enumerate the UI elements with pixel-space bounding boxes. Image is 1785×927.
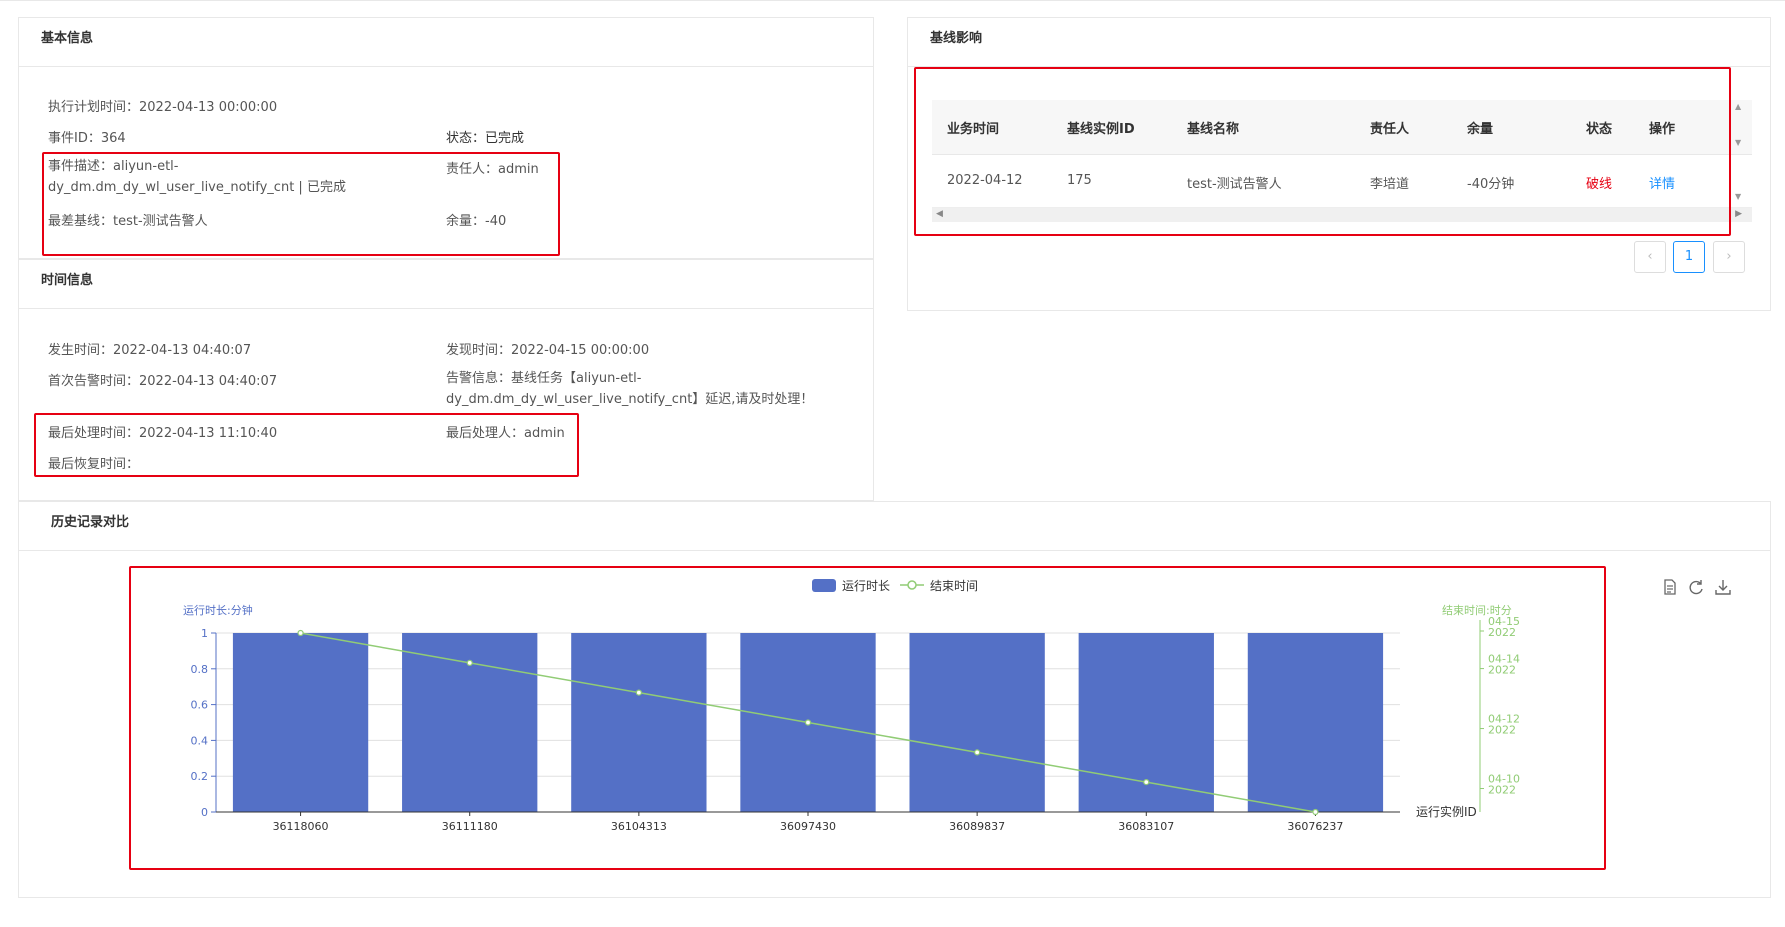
y-tick-label: 0.2 [191, 770, 209, 783]
x-axis-title: 运行实例ID [1416, 804, 1477, 819]
x-tick-label: 36104313 [611, 820, 667, 833]
end-time-point [297, 629, 304, 637]
legend-bar-label: 运行时长 [842, 579, 890, 593]
y-tick-label: 0.6 [191, 699, 209, 712]
end-time-point [1143, 779, 1150, 786]
y-tick-label: 0.8 [191, 663, 209, 676]
legend-line-label: 结束时间 [930, 579, 978, 593]
y-axis-title: 运行时长:分钟 [183, 603, 253, 617]
x-tick-label: 36111180 [442, 820, 498, 833]
end-time-point [466, 659, 473, 666]
right-tick-label: 2022 [1488, 724, 1516, 737]
bar [909, 633, 1045, 812]
bar [232, 633, 369, 812]
end-time-point [974, 749, 981, 756]
right-tick-label: 2022 [1488, 626, 1516, 639]
bar [571, 633, 707, 812]
y-tick-label: 0.4 [191, 734, 209, 747]
right-tick-label: 2022 [1488, 664, 1516, 677]
end-time-point [804, 719, 812, 726]
x-tick-label: 36076237 [1287, 820, 1343, 833]
y-tick-label: 0 [201, 806, 208, 819]
x-tick-label: 36118060 [273, 820, 329, 833]
end-time-point [1312, 808, 1319, 816]
x-tick-label: 36097430 [780, 820, 836, 833]
history-chart: 0 0.2 0.4 0.6 0.8 1 运行时长:分钟 36118060 36111180 361… [183, 579, 1520, 833]
x-tick-label: 36089837 [949, 820, 1005, 833]
right-tick-label: 2022 [1488, 784, 1516, 797]
legend-bar-swatch [812, 579, 836, 592]
x-tick-label: 36083107 [1118, 820, 1174, 833]
legend-line-marker [907, 580, 917, 590]
y-tick-label: 1 [201, 627, 208, 640]
bar [1247, 633, 1384, 812]
end-time-point [635, 689, 642, 696]
